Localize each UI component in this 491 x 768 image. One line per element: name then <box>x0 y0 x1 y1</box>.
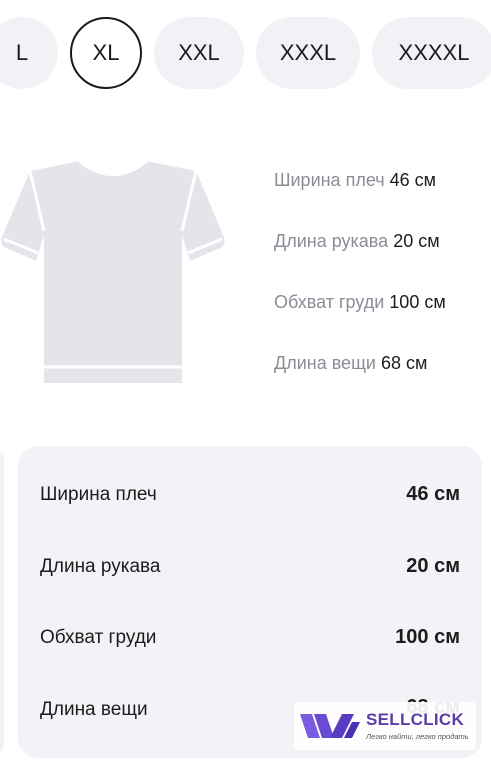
size-chip-xxxl[interactable]: XXXL <box>256 17 360 89</box>
spec-label: Длина рукава <box>274 231 389 251</box>
size-chip-xxl[interactable]: XXL <box>154 17 244 89</box>
table-row-label: Обхват груди <box>40 627 157 648</box>
spec-label: Обхват груди <box>274 292 385 312</box>
size-chip-l[interactable]: L <box>0 17 58 89</box>
spec-value: 20 см <box>393 231 440 251</box>
size-chip-label: L <box>15 40 29 65</box>
spec-label: Длина вещи <box>274 353 376 373</box>
spec-shoulder-width: Ширина плеч 46 см <box>274 170 436 191</box>
table-row-label: Длина вещи <box>40 699 148 720</box>
table-row-label: Длина рукава <box>40 556 161 577</box>
watermark-tagline: Легко найти, легко продать <box>366 732 469 741</box>
size-chip-label: XXXXL <box>398 40 470 65</box>
spec-label: Ширина плеч <box>274 170 385 190</box>
spec-value: 46 см <box>389 170 437 190</box>
spec-chest: Обхват груди 100 см <box>274 292 446 313</box>
watermark-brand-name: SELLCLICK <box>366 710 465 729</box>
spec-length: Длина вещи 68 см <box>274 353 427 374</box>
size-chip-label: XL <box>92 40 120 65</box>
sellclick-logo-icon <box>300 714 360 738</box>
size-chip-xxxxl[interactable]: XXXXL <box>372 17 491 89</box>
table-row-value: 20 см <box>406 555 460 577</box>
table-row-value: 100 см <box>395 626 460 648</box>
size-chip-label: XXL <box>178 40 220 65</box>
size-chip-xl[interactable]: XL <box>70 17 142 89</box>
size-chip-label: XXXL <box>279 40 337 65</box>
sellclick-watermark: SELLCLICK Легко найти, легко продать <box>294 702 476 750</box>
tshirt-illustration <box>1 159 225 383</box>
spec-value: 100 см <box>389 292 446 312</box>
previous-card-edge <box>0 452 4 752</box>
size-selector: L XL XXL XXXL XXXXL <box>0 17 491 89</box>
spec-sleeve-length: Длина рукава 20 см <box>274 231 440 252</box>
table-row-label: Ширина плеч <box>40 484 157 505</box>
spec-value: 68 см <box>380 353 428 373</box>
table-row-value: 46 см <box>406 483 460 505</box>
